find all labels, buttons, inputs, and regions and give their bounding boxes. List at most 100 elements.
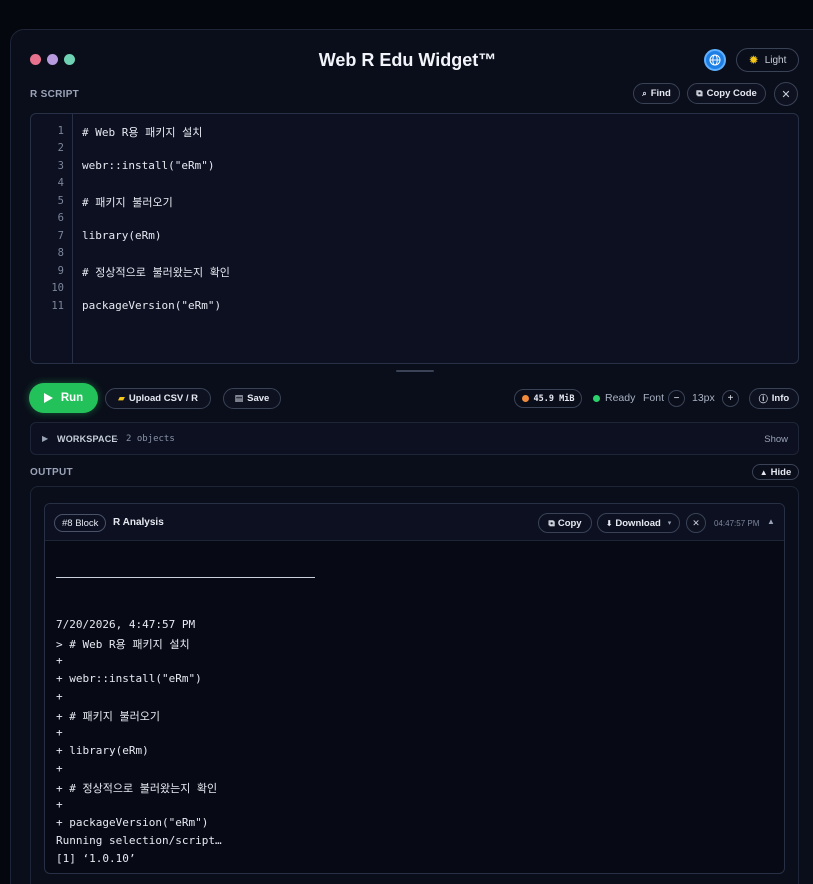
line-number: 6 <box>57 212 64 224</box>
output-line: + packageVersion("eRm") <box>56 816 209 829</box>
output-line: + # 정상적으로 불러왔는지 확인 <box>56 782 218 795</box>
workspace-object-count: 2 objects <box>126 434 175 444</box>
code-editor[interactable]: 1 2 3 4 5 6 7 8 9 10 11 # Web R용 패키지 설치 … <box>30 113 799 364</box>
output-line: + <box>56 726 70 739</box>
output-line: + # 패키지 불러오기 <box>56 710 160 723</box>
hide-output-label: Hide <box>770 466 792 478</box>
line-number: 11 <box>51 300 64 312</box>
line-number: 3 <box>57 160 64 172</box>
run-button-label: Run <box>60 392 84 404</box>
font-decrease-button[interactable]: − <box>668 390 685 407</box>
copy-output-label: Copy <box>557 517 582 529</box>
globe-icon <box>709 54 721 66</box>
font-label: Font <box>643 392 665 404</box>
memory-usage: 45.9 MiB <box>533 393 575 404</box>
widget-container: Web R Edu Widget™ ✹ Light R SCRIPT ⌕ Fin… <box>10 29 813 884</box>
status-dot-icon <box>593 394 600 402</box>
output-line: + library(eRm) <box>56 744 149 757</box>
save-icon: ▤ <box>234 393 244 403</box>
copy-output-button[interactable]: ⧉ Copy <box>538 513 592 533</box>
upload-button[interactable]: ▰ Upload CSV / R <box>105 388 211 409</box>
info-icon: ⓘ <box>758 394 768 404</box>
triangle-up-icon: ▲ <box>759 467 768 477</box>
find-button-label: Find <box>650 88 671 99</box>
line-number: 8 <box>57 247 64 259</box>
close-block-button[interactable]: ✕ <box>686 513 706 533</box>
output-line: + webr::install("eRm") <box>56 672 202 685</box>
line-number: 9 <box>57 265 64 277</box>
copy-code-button[interactable]: ⧉ Copy Code <box>687 83 766 104</box>
chevron-down-icon: ▾ <box>667 520 672 527</box>
code-line: packageVersion("eRm") <box>82 299 222 312</box>
workspace-title: WORKSPACE <box>57 434 118 444</box>
output-section-label: OUTPUT <box>30 467 73 478</box>
search-icon: ⌕ <box>642 88 647 98</box>
output-divider <box>56 577 315 578</box>
workspace-panel[interactable]: ▶ WORKSPACE · 2 objects Show <box>30 422 799 455</box>
editor-resize-handle[interactable] <box>396 370 434 372</box>
memory-badge: 45.9 MiB <box>514 389 582 408</box>
output-block-header: #8 Block R Analysis ⧉ Copy ⬇ Download ▾ … <box>45 504 784 541</box>
code-line: # Web R용 패키지 설치 <box>82 126 203 139</box>
play-icon <box>43 393 53 403</box>
code-line: # 패키지 불러오기 <box>82 196 173 209</box>
code-line: library(eRm) <box>82 229 162 242</box>
font-increase-button[interactable]: + <box>722 390 739 407</box>
output-line: Running selection/script… <box>56 834 222 847</box>
block-id-badge: #8 Block <box>54 514 107 532</box>
memory-indicator-icon <box>521 395 529 402</box>
save-button-label: Save <box>247 393 270 404</box>
workspace-separator: · <box>116 434 119 444</box>
output-line: + <box>56 654 70 667</box>
status-text: Ready <box>605 392 636 404</box>
plus-icon: + <box>727 393 734 404</box>
collapse-caret-icon[interactable]: ▲ <box>767 517 775 526</box>
output-line: + <box>56 762 70 775</box>
copy-icon: ⧉ <box>548 517 555 528</box>
upload-button-label: Upload CSV / R <box>128 393 199 404</box>
close-editor-button[interactable]: ✕ <box>774 82 798 106</box>
run-button[interactable]: Run <box>29 383 98 413</box>
block-title: R Analysis <box>113 517 164 528</box>
line-number: 5 <box>57 195 64 207</box>
close-icon: ✕ <box>781 88 791 101</box>
code-line: # 정상적으로 불러왔는지 확인 <box>82 266 230 279</box>
theme-toggle-label: Light <box>764 54 787 66</box>
folder-icon: ▰ <box>117 393 125 403</box>
output-line: [1] ‘1.0.10’ <box>56 852 136 865</box>
copy-code-button-label: Copy Code <box>706 88 757 99</box>
hide-output-button[interactable]: ▲ Hide <box>752 464 799 480</box>
output-block: #8 Block R Analysis ⧉ Copy ⬇ Download ▾ … <box>44 503 785 874</box>
font-size-value: 13px <box>692 392 715 404</box>
code-line: webr::install("eRm") <box>82 159 215 172</box>
sun-icon: ✹ <box>748 53 759 67</box>
line-number: 7 <box>57 230 64 242</box>
find-button[interactable]: ⌕ Find <box>633 83 680 104</box>
expand-arrow-icon: ▶ <box>42 434 49 443</box>
download-output-button[interactable]: ⬇ Download ▾ <box>597 513 680 533</box>
script-section-label: R SCRIPT <box>30 89 80 100</box>
output-line: + <box>56 798 70 811</box>
workspace-show-toggle[interactable]: Show <box>764 434 788 445</box>
output-line: + <box>56 690 70 703</box>
info-button[interactable]: ⓘ Info <box>749 388 799 409</box>
line-number: 1 <box>57 125 64 137</box>
output-line: > # Web R용 패키지 설치 <box>56 638 190 651</box>
language-globe-button[interactable] <box>704 49 726 71</box>
line-number: 4 <box>57 177 64 189</box>
minus-icon: − <box>673 393 680 404</box>
status-indicator: Ready <box>593 392 635 404</box>
line-number-gutter: 1 2 3 4 5 6 7 8 9 10 11 <box>31 114 73 363</box>
download-output-label: Download <box>615 517 661 529</box>
app-title: Web R Edu Widget™ <box>318 50 497 70</box>
save-button[interactable]: ▤ Save <box>223 388 281 409</box>
close-icon: ✕ <box>692 517 700 528</box>
copy-icon: ⧉ <box>696 88 703 98</box>
theme-toggle-button[interactable]: ✹ Light <box>736 48 799 72</box>
line-number: 10 <box>51 282 64 294</box>
line-number: 2 <box>57 142 64 154</box>
download-icon: ⬇ <box>605 518 613 528</box>
block-timestamp: 04:47:57 PM <box>714 519 760 528</box>
output-line: 7/20/2026, 4:47:57 PM <box>56 618 196 631</box>
info-button-label: Info <box>771 393 790 404</box>
